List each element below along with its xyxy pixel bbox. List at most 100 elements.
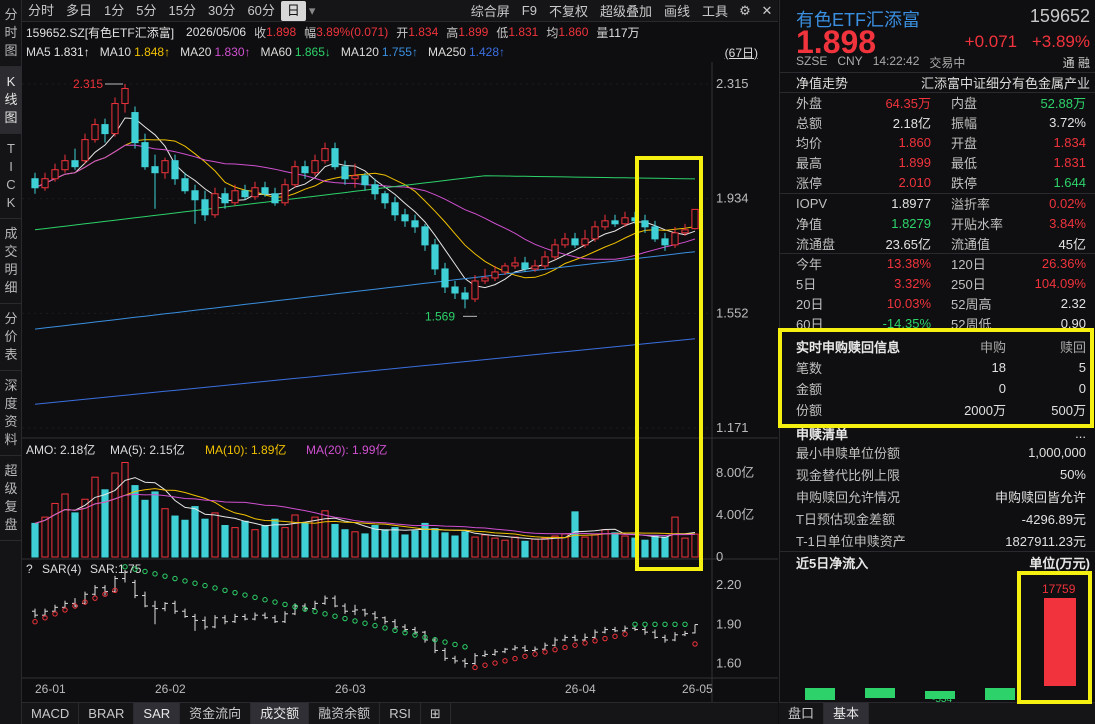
amount-bar: [531, 538, 539, 558]
date-tick: 26-01: [35, 682, 66, 696]
subscription-info: 实时申购赎回信息 申购 赎回 笔数 18 5 金额 0 0 份额 2000万 500万: [780, 336, 1095, 420]
toolbar-button-1[interactable]: F9: [516, 3, 543, 18]
quotes-value: 1.899: [898, 155, 931, 171]
funds-value: 3.84%: [1049, 215, 1086, 231]
amount-bar: [181, 519, 189, 558]
quotes-label: 涨停: [796, 176, 823, 192]
ma-label: MA60: [260, 45, 292, 59]
side-tab-0[interactable]: 分时图: [0, 0, 22, 67]
kline-chart[interactable]: 2.315 1.934 1.552 1.171 2.315 1.569 AMO: 2.18亿…: [22, 62, 778, 702]
chart-area[interactable]: 2.315 1.934 1.552 1.171 2.315 1.569 AMO: 2.18亿…: [22, 62, 778, 702]
side-tab-3[interactable]: 成交明细: [0, 219, 22, 304]
indicator-tab-4[interactable]: 成交额: [251, 702, 310, 724]
indicator-tab-2[interactable]: SAR: [134, 702, 181, 724]
redeem-row: T日预估现金差额 -4296.89元: [780, 507, 1095, 529]
period-4[interactable]: 15分: [163, 1, 202, 21]
period-1[interactable]: 多日: [60, 1, 98, 21]
toolbar-button-0[interactable]: 综合屏: [465, 1, 516, 20]
netflow-bar-4: [985, 688, 1015, 700]
amount-bar: [321, 510, 329, 558]
side-tab-6[interactable]: 超级复盘: [0, 456, 22, 541]
high-value: 1.899: [458, 25, 489, 39]
period-3[interactable]: 5分: [130, 1, 162, 21]
quotes-value: 64.35万: [885, 95, 931, 111]
nav-trend-link[interactable]: 净值走势: [796, 73, 848, 92]
amount-bar: [651, 535, 659, 558]
period-7[interactable]: 日: [280, 0, 306, 21]
indicator-tab-3[interactable]: 资金流向: [180, 702, 252, 724]
subscription-row: 金额 0 0: [780, 378, 1095, 399]
indicator-tabs: MACD BRAR SAR 资金流向 成交额 融资余额 RSI ⊞: [22, 702, 778, 724]
candle-body: [161, 160, 169, 174]
candle-body: [191, 190, 199, 201]
quotes-label: 外盘: [796, 95, 823, 111]
quote-tab-1[interactable]: 基本: [824, 702, 870, 724]
side-tab-1[interactable]: K线图: [0, 67, 22, 134]
quote-panel-tabs: 盘口 基本: [779, 702, 1095, 724]
indicator-tab-6[interactable]: RSI: [380, 702, 421, 724]
amount-bar: [281, 527, 289, 558]
redeem-row: 最小申赎单位份额 1,000,000: [780, 442, 1095, 464]
stock-code: 159652: [1029, 6, 1090, 26]
returns-row: 今年 13.38% 120日 26.36%: [780, 253, 1095, 273]
amount-bar: [91, 476, 99, 558]
returns-label: 52周高: [951, 296, 992, 312]
sar-help-icon[interactable]: ?: [26, 562, 33, 576]
candle-body: [71, 160, 79, 168]
period-0[interactable]: 分时: [22, 1, 60, 21]
period-dropdown[interactable]: ▾: [306, 3, 319, 19]
date-tick: 26-03: [335, 682, 366, 696]
amount-bar: [61, 493, 69, 558]
ma-label: MA120: [340, 45, 379, 59]
candle-body: [241, 190, 249, 198]
toolbar-button-3[interactable]: 超级叠加: [594, 1, 658, 20]
add-tab-icon[interactable]: ⊞: [421, 702, 451, 724]
settings-icon[interactable]: ⚙: [737, 3, 753, 19]
amount-bar: [31, 522, 39, 558]
date-tick: 26-02: [155, 682, 186, 696]
market: SZSE: [796, 54, 828, 68]
side-tab-char: K: [6, 195, 16, 210]
quote-tab-0[interactable]: 盘口: [779, 702, 825, 724]
toolbar-button-4[interactable]: 画线: [658, 1, 696, 20]
returns-value: 26.36%: [1041, 255, 1086, 271]
quote-panel: 有色ETF汇添富 159652 1.898 +0.071 +3.89% SZSE…: [779, 0, 1095, 724]
candle-body: [51, 169, 59, 180]
side-tab-5[interactable]: 深度资料: [0, 371, 22, 456]
subscription-header: 实时申购赎回信息 申购 赎回: [780, 336, 1095, 357]
period-2[interactable]: 1分: [98, 1, 130, 21]
amount-bar: [141, 499, 149, 558]
candle-body: [321, 148, 329, 162]
period-5[interactable]: 30分: [202, 1, 241, 21]
subscription-col2: 赎回: [1059, 340, 1086, 355]
candle-body: [31, 178, 39, 189]
indicator-tab-0[interactable]: MACD: [22, 702, 80, 724]
toolbar-button-5[interactable]: 工具: [696, 1, 734, 20]
candle-body: [201, 199, 209, 216]
redeem-label: 申购赎回允许情况: [796, 489, 901, 505]
side-tab-2[interactable]: TICK: [0, 134, 22, 219]
open-label: 开: [396, 25, 409, 40]
side-tab-4[interactable]: 分价表: [0, 304, 22, 371]
indicator-tab-5[interactable]: 融资余额: [309, 702, 381, 724]
ma-label: MA10: [99, 45, 132, 59]
subscription-redeem: 5: [1078, 360, 1086, 375]
close-icon[interactable]: ✕: [759, 3, 775, 19]
quotes-value: 1.860: [898, 134, 931, 150]
candle-body: [471, 280, 479, 300]
candle-body: [251, 187, 259, 198]
funds-label: 净值: [796, 216, 823, 232]
ma-items: MA5 1.831↑ MA10 1.848↑ MA20 1.830↑ MA60 1.865↓ M…: [22, 45, 505, 59]
period-6[interactable]: 60分: [241, 1, 280, 21]
toolbar-right: 综合屏 F9 不复权 超级叠加 画线 工具: [465, 1, 734, 20]
funds-value: 0.02%: [1049, 195, 1086, 211]
redeem-label: 现金替代比例上限: [796, 468, 901, 484]
toolbar-button-2[interactable]: 不复权: [543, 1, 594, 20]
indicator-tab-1[interactable]: BRAR: [79, 702, 135, 724]
returns-label: 120日: [951, 256, 986, 272]
day-count[interactable]: (67日): [725, 44, 758, 61]
funds-value: 1.8977: [891, 195, 931, 211]
candle-body: [151, 166, 159, 174]
amount-bar: [401, 534, 409, 558]
redeem-list-more[interactable]: ...: [1075, 426, 1086, 441]
